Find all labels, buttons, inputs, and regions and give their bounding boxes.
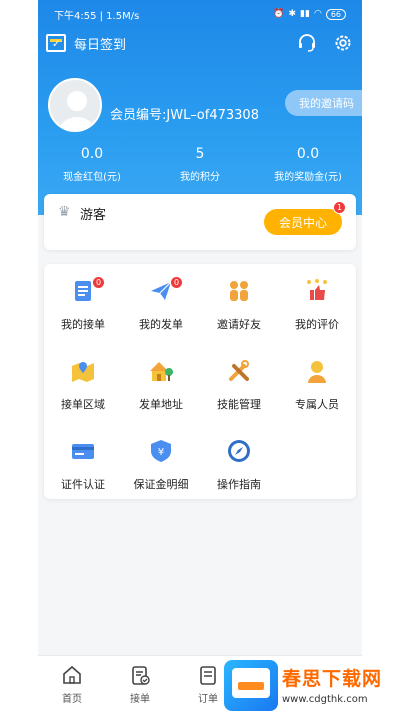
signal-icon: ▮▮ <box>300 9 310 19</box>
menu-label: 我的接单 <box>61 318 105 331</box>
person-icon <box>304 358 330 384</box>
menu-posting-address[interactable]: 发单地址 <box>122 358 200 414</box>
compass-icon <box>226 438 252 464</box>
menu-dedicated-staff[interactable]: 专属人员 <box>278 358 356 414</box>
menu-label: 发单地址 <box>139 398 183 411</box>
menu-invite-friends[interactable]: 邀请好友 <box>200 278 278 334</box>
stat-value: 5 <box>195 146 205 162</box>
map-pin-icon <box>70 358 96 384</box>
shield-yen-icon: ¥ <box>148 438 174 464</box>
app-screen: 下午4:55 | 1.5M/s ⏰ ✱ ▮▮ ◠ 66 每日签到 会员编号:JW… <box>38 0 362 711</box>
top-bar: 每日签到 <box>38 30 362 56</box>
daily-checkin-label[interactable]: 每日签到 <box>74 34 282 53</box>
stat-label: 我的奖励金(元) <box>274 172 342 183</box>
tab-label: 订单 <box>198 694 218 705</box>
stats-row: 0.0 现金红包(元) 5 我的积分 0.0 我的奖励金(元) <box>38 146 362 183</box>
menu-skill-management[interactable]: 技能管理 <box>200 358 278 414</box>
id-card-icon <box>70 438 96 464</box>
menu-label: 专属人员 <box>295 398 339 411</box>
bluetooth-icon: ✱ <box>288 9 297 19</box>
clipboard-check-icon <box>132 666 150 685</box>
header-background: 下午4:55 | 1.5M/s ⏰ ✱ ▮▮ ◠ 66 每日签到 会员编号:JW… <box>38 0 362 215</box>
battery-indicator: 66 <box>325 8 346 20</box>
menu-label: 我的评价 <box>295 318 339 331</box>
function-menu: 0 我的接单 0 我的发单 邀请好友 我的评价 接单区域 发单地址 技能管理 专… <box>44 264 356 499</box>
menu-label: 接单区域 <box>61 398 105 411</box>
friends-icon <box>226 278 252 304</box>
watermark-logo <box>224 660 278 711</box>
avatar[interactable] <box>48 78 102 132</box>
crown-icon: ♛ <box>58 204 71 220</box>
menu-label: 我的发单 <box>139 318 183 331</box>
menu-label: 技能管理 <box>217 398 261 411</box>
gear-icon[interactable] <box>332 32 354 54</box>
headset-icon[interactable] <box>296 32 318 54</box>
tab-take-orders[interactable]: 接单 <box>106 656 174 711</box>
status-time: 下午4:55 | 1.5M/s <box>54 10 140 22</box>
menu-deposit-details[interactable]: ¥ 保证金明细 <box>122 438 200 494</box>
stat-reward[interactable]: 0.0 我的奖励金(元) <box>254 146 362 183</box>
menu-label: 保证金明细 <box>133 478 189 491</box>
tab-label: 首页 <box>62 694 82 705</box>
menu-label: 操作指南 <box>217 478 261 491</box>
member-center-button[interactable]: 会员中心 1 <box>264 201 346 235</box>
status-bar: 下午4:55 | 1.5M/s ⏰ ✱ ▮▮ ◠ 66 <box>38 0 362 28</box>
alarm-icon: ⏰ <box>273 9 285 19</box>
member-level-card: ♛ 游客 会员中心 1 <box>44 194 356 250</box>
menu-user-guide[interactable]: 操作指南 <box>200 438 278 494</box>
home-icon <box>63 665 81 684</box>
menu-label: 邀请好友 <box>217 318 261 331</box>
menu-id-verification[interactable]: 证件认证 <box>44 438 122 494</box>
member-center-label: 会员中心 <box>278 215 327 230</box>
tab-home[interactable]: 首页 <box>38 656 106 711</box>
invite-code-button[interactable]: 我的邀请码 <box>285 90 362 116</box>
thumbs-up-icon <box>304 278 330 304</box>
member-id: 会员编号:JWL–of473308 <box>110 108 259 123</box>
order-icon <box>200 666 216 685</box>
stat-value: 0.0 <box>80 146 104 162</box>
menu-my-reviews[interactable]: 我的评价 <box>278 278 356 334</box>
member-center-badge: 1 <box>333 201 346 214</box>
menu-badge: 0 <box>92 276 105 289</box>
stat-label: 我的积分 <box>180 172 220 183</box>
house-icon <box>148 358 174 384</box>
watermark-url: www.cdgthk.com <box>282 694 368 705</box>
stat-cash-red-packet[interactable]: 0.0 现金红包(元) <box>38 146 146 183</box>
stat-points[interactable]: 5 我的积分 <box>146 146 254 183</box>
menu-my-orders-taken[interactable]: 0 我的接单 <box>44 276 122 334</box>
stat-label: 现金红包(元) <box>63 172 121 183</box>
member-level-label: 游客 <box>80 208 107 223</box>
menu-my-orders-posted[interactable]: 0 我的发单 <box>122 276 200 334</box>
menu-label: 证件认证 <box>61 478 105 491</box>
watermark-title: 春思下载网 <box>282 668 383 690</box>
svg-text:¥: ¥ <box>158 447 164 458</box>
menu-service-area[interactable]: 接单区域 <box>44 358 122 414</box>
calendar-check-icon[interactable] <box>46 34 66 52</box>
stat-value: 0.0 <box>296 146 320 162</box>
watermark: 春思下载网 www.cdgthk.com <box>224 660 400 711</box>
wifi-icon: ◠ <box>313 9 322 19</box>
tab-label: 接单 <box>130 694 150 705</box>
tools-icon <box>226 358 252 384</box>
menu-badge: 0 <box>170 276 183 289</box>
